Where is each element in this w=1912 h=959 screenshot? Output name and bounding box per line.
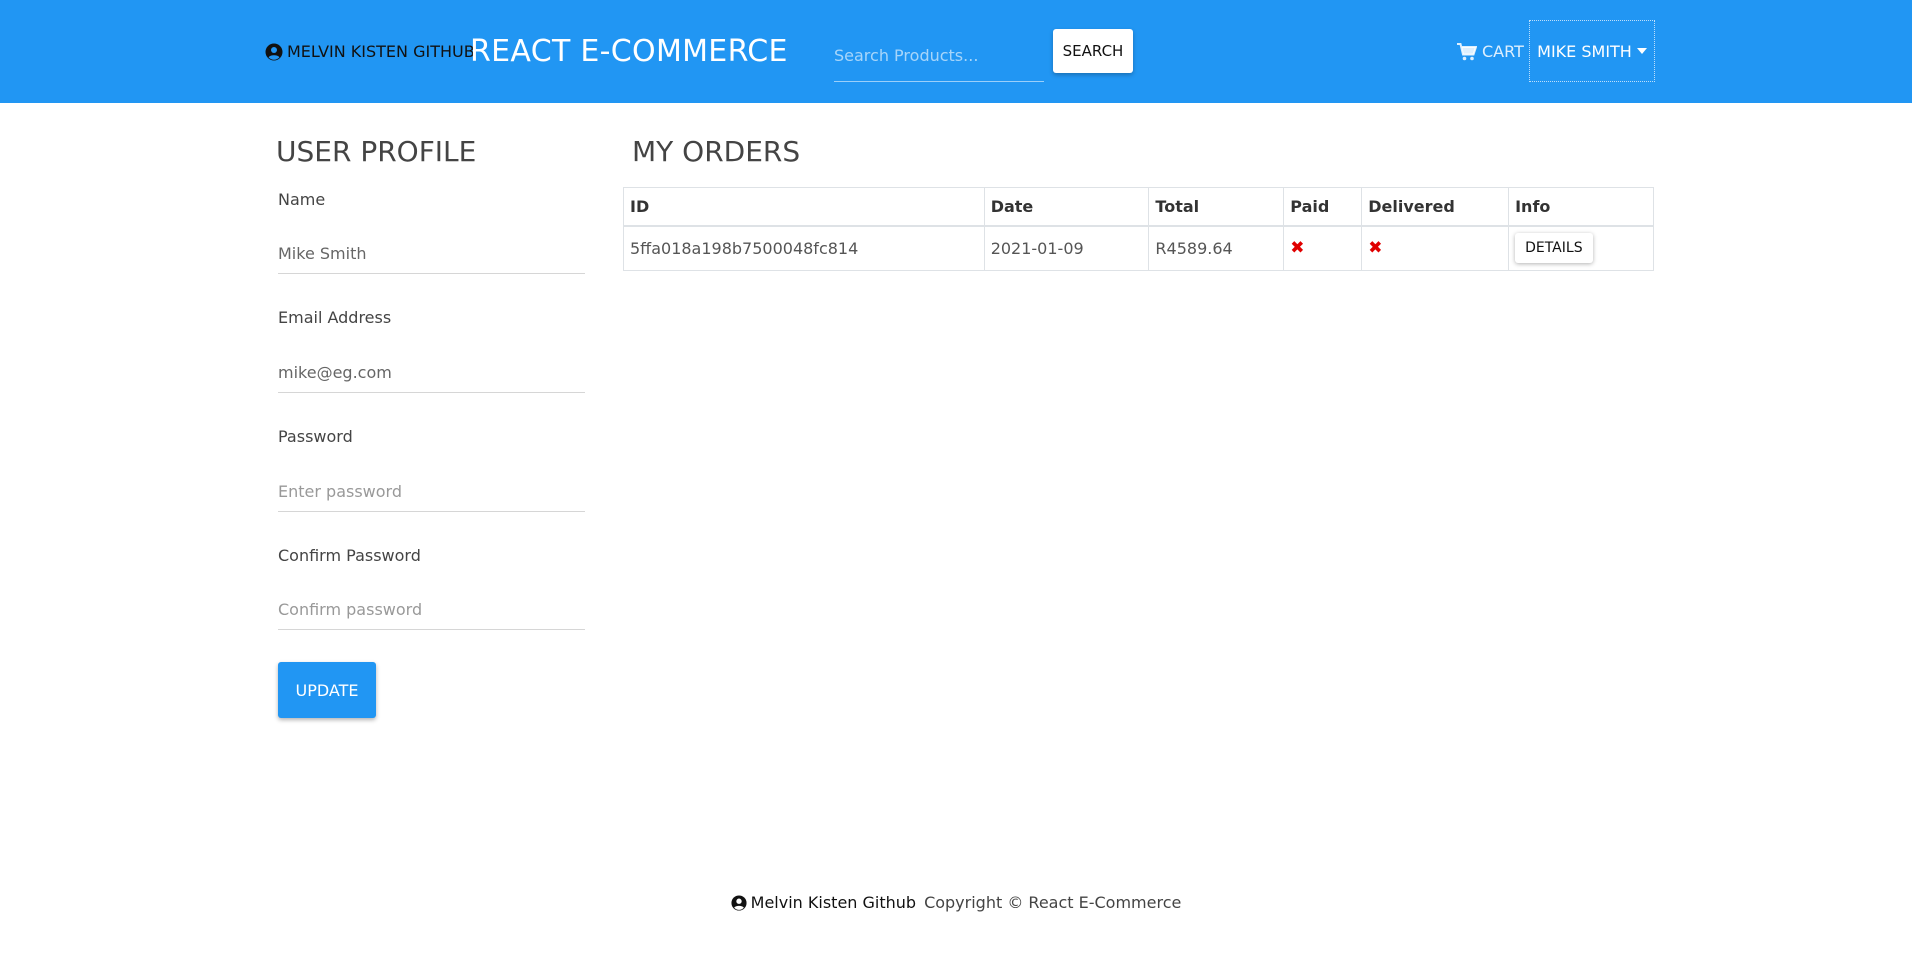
not-delivered-x-icon: ✖ <box>1368 238 1383 259</box>
cart-label: CART <box>1482 42 1524 61</box>
not-paid-x-icon: ✖ <box>1290 238 1305 259</box>
order-total-cell: R4589.64 <box>1148 225 1285 271</box>
details-button[interactable]: DETAILS <box>1515 233 1593 264</box>
user-profile-heading: USER PROFILE <box>276 135 477 168</box>
column-header-paid: Paid <box>1283 187 1363 227</box>
column-header-total: Total <box>1148 187 1285 227</box>
order-info-cell: DETAILS <box>1508 225 1654 271</box>
orders-table: ID Date Total Paid Delivered Info 5ffa01… <box>623 187 1654 271</box>
column-header-delivered: Delivered <box>1361 187 1510 227</box>
update-button[interactable]: UPDATE <box>278 662 376 718</box>
navbar: MELVIN KISTEN GITHUB REACT E-COMMERCE SE… <box>0 0 1912 103</box>
column-header-info: Info <box>1508 187 1654 227</box>
caret-down-icon <box>1636 48 1647 54</box>
user-circle-icon <box>731 894 747 911</box>
user-circle-icon <box>265 43 283 60</box>
search-input[interactable] <box>834 30 1044 82</box>
password-field[interactable] <box>278 472 585 512</box>
order-paid-cell: ✖ <box>1283 225 1363 271</box>
order-id-cell: 5ffa018a198b7500048fc814 <box>623 225 985 271</box>
column-header-date: Date <box>983 187 1150 227</box>
name-label: Name <box>278 190 326 209</box>
cart-link[interactable]: CART <box>1457 42 1524 61</box>
table-row: 5ffa018a198b7500048fc814 2021-01-09 R458… <box>623 225 1654 271</box>
user-menu-label: MIKE SMITH <box>1537 41 1632 61</box>
footer-copyright: Copyright © React E-Commerce <box>924 893 1182 912</box>
github-link[interactable]: MELVIN KISTEN GITHUB <box>265 42 475 61</box>
my-orders-heading: MY ORDERS <box>632 135 801 168</box>
column-header-id: ID <box>623 187 985 227</box>
github-link-label: MELVIN KISTEN GITHUB <box>287 42 475 61</box>
confirm-password-label: Confirm Password <box>278 546 421 565</box>
orders-table-header-row: ID Date Total Paid Delivered Info <box>623 187 1654 227</box>
order-delivered-cell: ✖ <box>1361 225 1510 271</box>
brand-title[interactable]: REACT E-COMMERCE <box>470 34 788 69</box>
footer-github-label: Melvin Kisten Github <box>750 893 917 912</box>
order-date-cell: 2021-01-09 <box>983 225 1150 271</box>
email-label: Email Address <box>278 308 392 327</box>
email-field[interactable] <box>278 353 585 393</box>
name-field[interactable] <box>278 234 585 274</box>
footer: Melvin Kisten Github Copyright © React E… <box>0 893 1912 912</box>
user-menu-dropdown[interactable]: MIKE SMITH <box>1529 20 1655 82</box>
footer-github-link[interactable]: Melvin Kisten Github <box>731 893 916 912</box>
password-label: Password <box>278 427 353 446</box>
confirm-password-field[interactable] <box>278 590 585 630</box>
shopping-cart-icon <box>1457 42 1477 60</box>
search-button[interactable]: SEARCH <box>1053 29 1133 73</box>
